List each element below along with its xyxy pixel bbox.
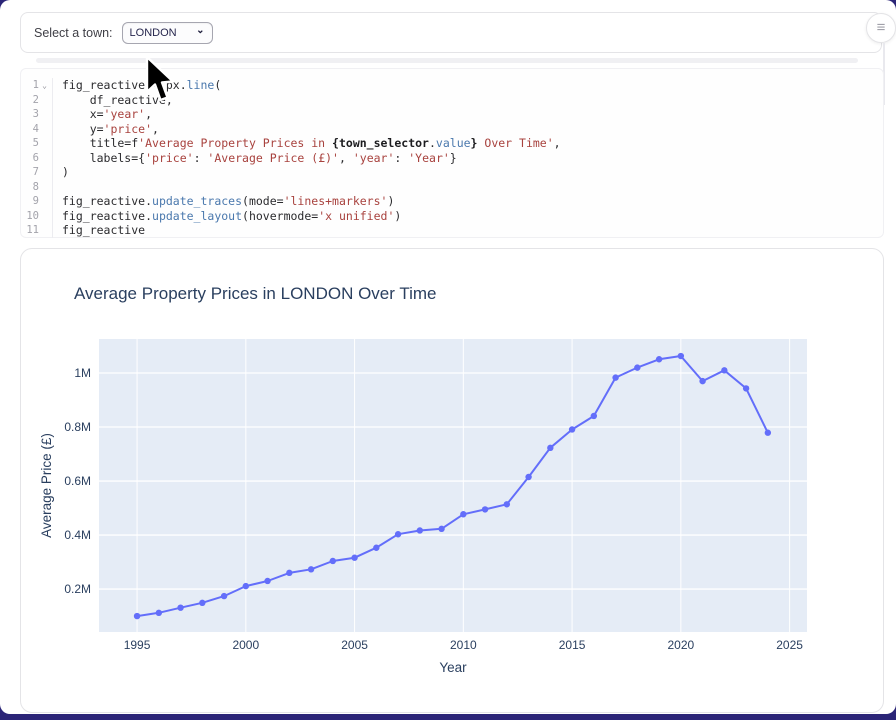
app-menu-button[interactable]: ≡ — [866, 13, 896, 43]
data-point[interactable] — [504, 501, 510, 507]
x-tick-label: 2010 — [450, 638, 477, 652]
code-line: 5 title=f'Average Property Prices in {to… — [21, 136, 883, 151]
line-number: 5 — [21, 137, 39, 149]
code-text: title=f'Average Property Prices in {town… — [52, 136, 561, 151]
code-text: labels={'price': 'Average Price (£)', 'y… — [52, 151, 457, 166]
chevron-down-icon: ⌄ — [196, 26, 204, 36]
line-number: 9 — [21, 195, 39, 207]
town-selector-card: Select a town: LONDON ⌄ — [20, 12, 882, 53]
data-point[interactable] — [177, 604, 183, 610]
code-line: 4 y='price', — [21, 122, 883, 137]
line-number: 10 — [21, 210, 39, 222]
data-point[interactable] — [721, 367, 727, 373]
town-selector-label: Select a town: — [34, 26, 113, 40]
data-point[interactable] — [351, 555, 357, 561]
hamburger-icon: ≡ — [877, 20, 886, 35]
data-point[interactable] — [417, 527, 423, 533]
data-point[interactable] — [438, 526, 444, 532]
data-point[interactable] — [525, 474, 531, 480]
data-point[interactable] — [199, 600, 205, 606]
data-point[interactable] — [134, 613, 140, 619]
data-point[interactable] — [765, 430, 771, 436]
code-line: 8 — [21, 180, 883, 195]
chart-title: Average Property Prices in LONDON Over T… — [74, 284, 436, 303]
town-dropdown-value: LONDON — [130, 27, 177, 39]
code-line: 3 x='year', — [21, 107, 883, 122]
x-axis-title: Year — [439, 660, 467, 675]
data-point[interactable] — [634, 364, 640, 370]
data-point[interactable] — [221, 593, 227, 599]
code-text: fig_reactive — [52, 223, 145, 238]
code-text: x='year', — [52, 107, 152, 122]
data-point[interactable] — [308, 566, 314, 572]
x-tick-label: 2000 — [232, 638, 259, 652]
y-tick-label: 0.2M — [64, 582, 91, 596]
data-point[interactable] — [286, 570, 292, 576]
line-number: 7 — [21, 166, 39, 178]
x-tick-label: 2025 — [776, 638, 803, 652]
data-point[interactable] — [330, 558, 336, 564]
data-point[interactable] — [656, 356, 662, 362]
notebook-app: Select a town: LONDON ⌄ ≡ 1⌄fig_reactive… — [0, 0, 896, 714]
y-axis-title: Average Price (£) — [39, 433, 54, 538]
code-line: 2 df_reactive, — [21, 93, 883, 108]
y-tick-label: 0.4M — [64, 528, 91, 542]
data-point[interactable] — [743, 385, 749, 391]
line-number: 1 — [21, 79, 39, 91]
code-line: 1⌄fig_reactive = px.line( — [21, 78, 883, 93]
y-tick-label: 0.6M — [64, 474, 91, 488]
data-point[interactable] — [699, 378, 705, 384]
code-line: 10 fig_reactive.update_layout(hovermode='… — [21, 209, 883, 224]
data-point[interactable] — [264, 578, 270, 584]
cell-shadow — [36, 58, 858, 63]
y-tick-label: 0.8M — [64, 420, 91, 434]
code-text: fig_reactive.update_traces(mode='lines+m… — [52, 194, 394, 209]
fold-arrow-icon[interactable]: ⌄ — [39, 81, 50, 90]
code-text — [52, 180, 69, 195]
x-tick-label: 2005 — [341, 638, 368, 652]
code-text: ) — [52, 165, 69, 180]
code-text: y='price', — [52, 122, 159, 137]
code-text: df_reactive, — [52, 93, 173, 108]
code-line: 6 labels={'price': 'Average Price (£)', … — [21, 151, 883, 166]
chart-output-card: Average Property Prices in LONDON Over T… — [20, 248, 884, 713]
line-number: 6 — [21, 152, 39, 164]
line-number: 8 — [21, 181, 39, 193]
code-text: fig_reactive = px.line( — [52, 78, 221, 93]
data-point[interactable] — [482, 506, 488, 512]
code-line: 9 fig_reactive.update_traces(mode='lines+… — [21, 194, 883, 209]
price-chart: Average Property Prices in LONDON Over T… — [21, 249, 883, 712]
data-point[interactable] — [612, 374, 618, 380]
line-number: 4 — [21, 123, 39, 135]
x-tick-label: 2020 — [667, 638, 694, 652]
data-point[interactable] — [591, 413, 597, 419]
code-line: 11 fig_reactive — [21, 223, 883, 238]
y-tick-label: 1M — [74, 366, 91, 380]
data-point[interactable] — [569, 426, 575, 432]
line-number: 3 — [21, 108, 39, 120]
data-point[interactable] — [395, 531, 401, 537]
data-point[interactable] — [678, 353, 684, 359]
x-tick-label: 1995 — [124, 638, 151, 652]
line-number: 2 — [21, 94, 39, 106]
code-line: 7) — [21, 165, 883, 180]
data-point[interactable] — [156, 610, 162, 616]
data-point[interactable] — [547, 445, 553, 451]
code-text: fig_reactive.update_layout(hovermode='x … — [52, 209, 401, 224]
x-tick-label: 2015 — [559, 638, 586, 652]
data-point[interactable] — [243, 583, 249, 589]
data-point[interactable] — [373, 545, 379, 551]
line-number: 11 — [21, 224, 39, 236]
town-dropdown[interactable]: LONDON ⌄ — [122, 22, 213, 44]
data-point[interactable] — [460, 511, 466, 517]
code-editor-cell[interactable]: 1⌄fig_reactive = px.line(2 df_reactive,3… — [20, 68, 884, 238]
